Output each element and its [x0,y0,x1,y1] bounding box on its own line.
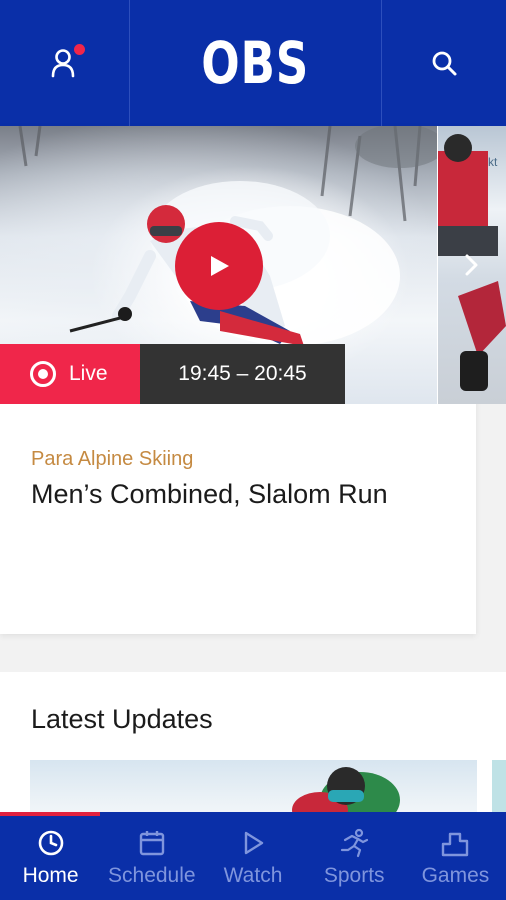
user-icon [51,44,85,78]
nav-schedule[interactable]: Schedule [101,816,202,900]
nav-label-watch: Watch [223,864,283,887]
live-indicator-icon [30,361,56,387]
obs-logo: OBS [201,29,310,97]
podium-icon [442,832,469,857]
search-icon [432,51,457,76]
play-icon [211,256,229,276]
search-button[interactable] [381,0,506,126]
nav-label-sports: Sports [323,864,385,887]
play-button[interactable] [175,222,263,310]
nav-home[interactable]: Home [0,816,101,900]
live-info-bar: Live 19:45 – 20:45 [0,344,345,404]
nav-label-games: Games [421,864,490,887]
live-label: Live [69,362,108,385]
latest-updates-section: Latest Updates [0,672,506,822]
section-title: Latest Updates [31,704,213,734]
featured-event-card[interactable]: Live 19:45 – 20:45 kt Para Alpine Skiing… [0,126,506,634]
svg-text:kt: kt [488,155,498,169]
bottom-nav: Home Schedule Watch Sports Games [0,816,506,900]
time-range: 19:45 – 20:45 [140,344,345,404]
notification-dot [73,44,85,55]
nav-label-home: Home [22,864,79,887]
next-event-thumbnail[interactable]: kt [438,126,506,404]
nav-games[interactable]: Games [405,816,506,900]
calendar-icon [139,831,164,856]
app-header: OBS [0,0,506,126]
nav-sports[interactable]: Sports [304,816,405,900]
sport-name: Para Alpine Skiing [31,448,194,470]
event-thumbnail: Live 19:45 – 20:45 [0,126,437,404]
logo-area: OBS [131,0,380,126]
clock-icon [38,830,63,856]
chevron-right-icon[interactable] [464,254,480,276]
nav-watch[interactable]: Watch [202,816,303,900]
event-title: Men’s Combined, Slalom Run [31,479,388,509]
runner-icon [341,828,369,858]
play-outline-icon [244,831,264,855]
profile-button[interactable] [0,0,130,126]
live-badge: Live [0,344,140,404]
nav-label-schedule: Schedule [108,864,196,887]
